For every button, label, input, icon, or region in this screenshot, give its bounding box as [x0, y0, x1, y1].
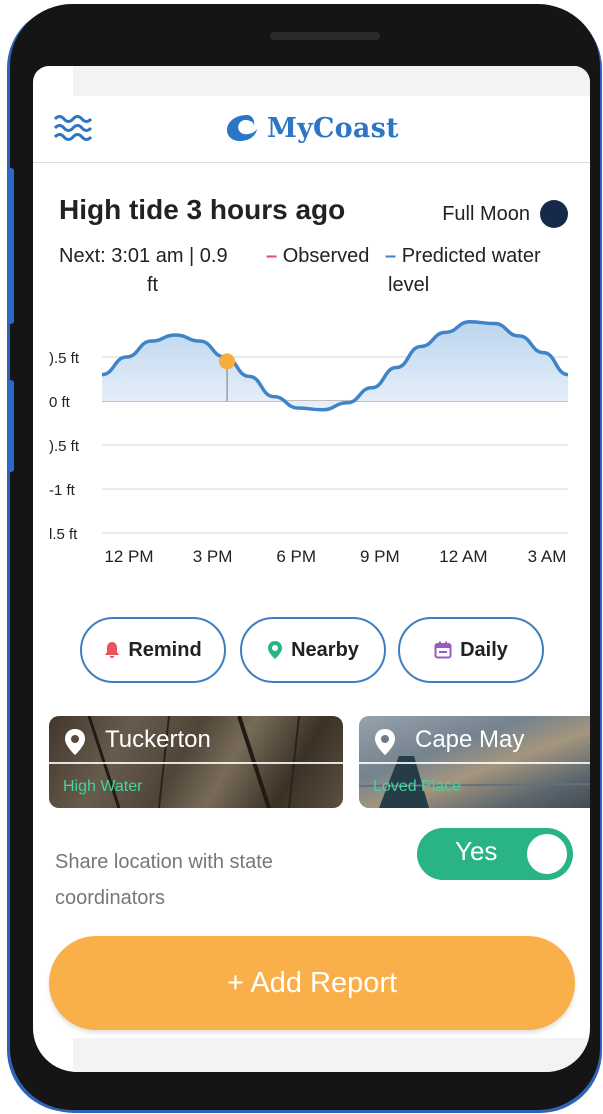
legend-predicted-label: Predicted water: [401, 245, 541, 267]
home-bar: [73, 1038, 590, 1072]
quick-actions: Remind Nearby Daily: [80, 617, 550, 687]
calendar-icon: [434, 641, 452, 659]
y-tick-label: ).5 ft: [49, 350, 80, 367]
location-tag: High Water: [63, 778, 143, 795]
remind-button[interactable]: Remind: [80, 617, 226, 683]
share-location-toggle[interactable]: Yes: [417, 828, 573, 880]
card-divider: [359, 762, 590, 764]
predicted-swatch: –: [385, 245, 397, 267]
x-tick-label: 12 PM: [104, 547, 153, 566]
legend-predicted-label-cont: level: [388, 274, 430, 296]
x-tick-label: 6 PM: [276, 547, 316, 566]
y-tick-label: l.5 ft: [49, 526, 78, 543]
daily-button[interactable]: Daily: [398, 617, 544, 683]
toggle-knob: [525, 832, 569, 876]
next-tide-label: Next: 3:01 am | 0.9: [59, 245, 228, 267]
phone-screen: MyCoast High tide 3 hours ago Full Moon …: [33, 66, 590, 1072]
daily-label: Daily: [460, 638, 508, 661]
y-tick-label: 0 ft: [49, 394, 71, 411]
phone-speaker: [270, 32, 380, 40]
location-tag: Loved Place: [373, 778, 462, 795]
phone-side-button: [7, 380, 14, 472]
bell-icon: [105, 642, 120, 658]
app-header: MyCoast: [33, 96, 590, 163]
current-tide-marker: [219, 353, 236, 370]
share-location-text: Share location with state coordinators: [55, 851, 273, 909]
tide-status-title: High tide 3 hours ago: [59, 194, 346, 225]
x-tick-label: 3 AM: [528, 547, 567, 566]
brand: MyCoast: [225, 110, 399, 146]
card-divider: [49, 762, 343, 764]
waves-menu-icon[interactable]: [53, 110, 93, 146]
moon-phase-label: Full Moon: [442, 202, 530, 225]
y-tick-label: -1 ft: [49, 482, 76, 499]
location-pin-icon: [375, 729, 395, 755]
x-tick-label: 9 PM: [360, 547, 400, 566]
location-name: Cape May: [415, 726, 525, 753]
observed-swatch: –: [266, 245, 278, 267]
legend-observed-label: Observed: [282, 245, 370, 267]
phone-side-button: [7, 168, 14, 324]
next-tide-unit: ft: [147, 274, 159, 296]
location-pin-icon: [268, 641, 283, 659]
remind-label: Remind: [128, 638, 202, 661]
x-tick-label: 3 PM: [193, 547, 233, 566]
crescent-wave-icon: [227, 115, 257, 141]
moon-phase: Full Moon: [442, 200, 568, 228]
status-bar: [73, 66, 590, 96]
add-report-button[interactable]: + Add Report: [49, 936, 575, 1030]
y-tick-label: ).5 ft: [49, 438, 80, 455]
location-name: Tuckerton: [105, 726, 211, 753]
nearby-label: Nearby: [291, 638, 359, 661]
legend-observed: – Observed: [266, 238, 369, 274]
legend-predicted: – Predicted water: [385, 238, 541, 274]
brand-name: MyCoast: [267, 112, 399, 144]
location-card-tuckerton[interactable]: Tuckerton High Water: [49, 716, 343, 808]
location-card-cape-may[interactable]: Cape May Loved Place: [359, 716, 590, 808]
toggle-label: Yes: [455, 836, 498, 866]
x-tick-label: 12 AM: [439, 547, 487, 566]
location-cards: Tuckerton High Water Cape May Loved Plac…: [49, 716, 590, 810]
nearby-button[interactable]: Nearby: [240, 617, 386, 683]
tide-chart[interactable]: ).5 ft 0 ft ).5 ft -1 ft l.5 ft 12 PM 3 PM 6 PM…: [33, 306, 590, 586]
location-pin-icon: [65, 729, 85, 755]
full-moon-icon: [540, 200, 568, 228]
